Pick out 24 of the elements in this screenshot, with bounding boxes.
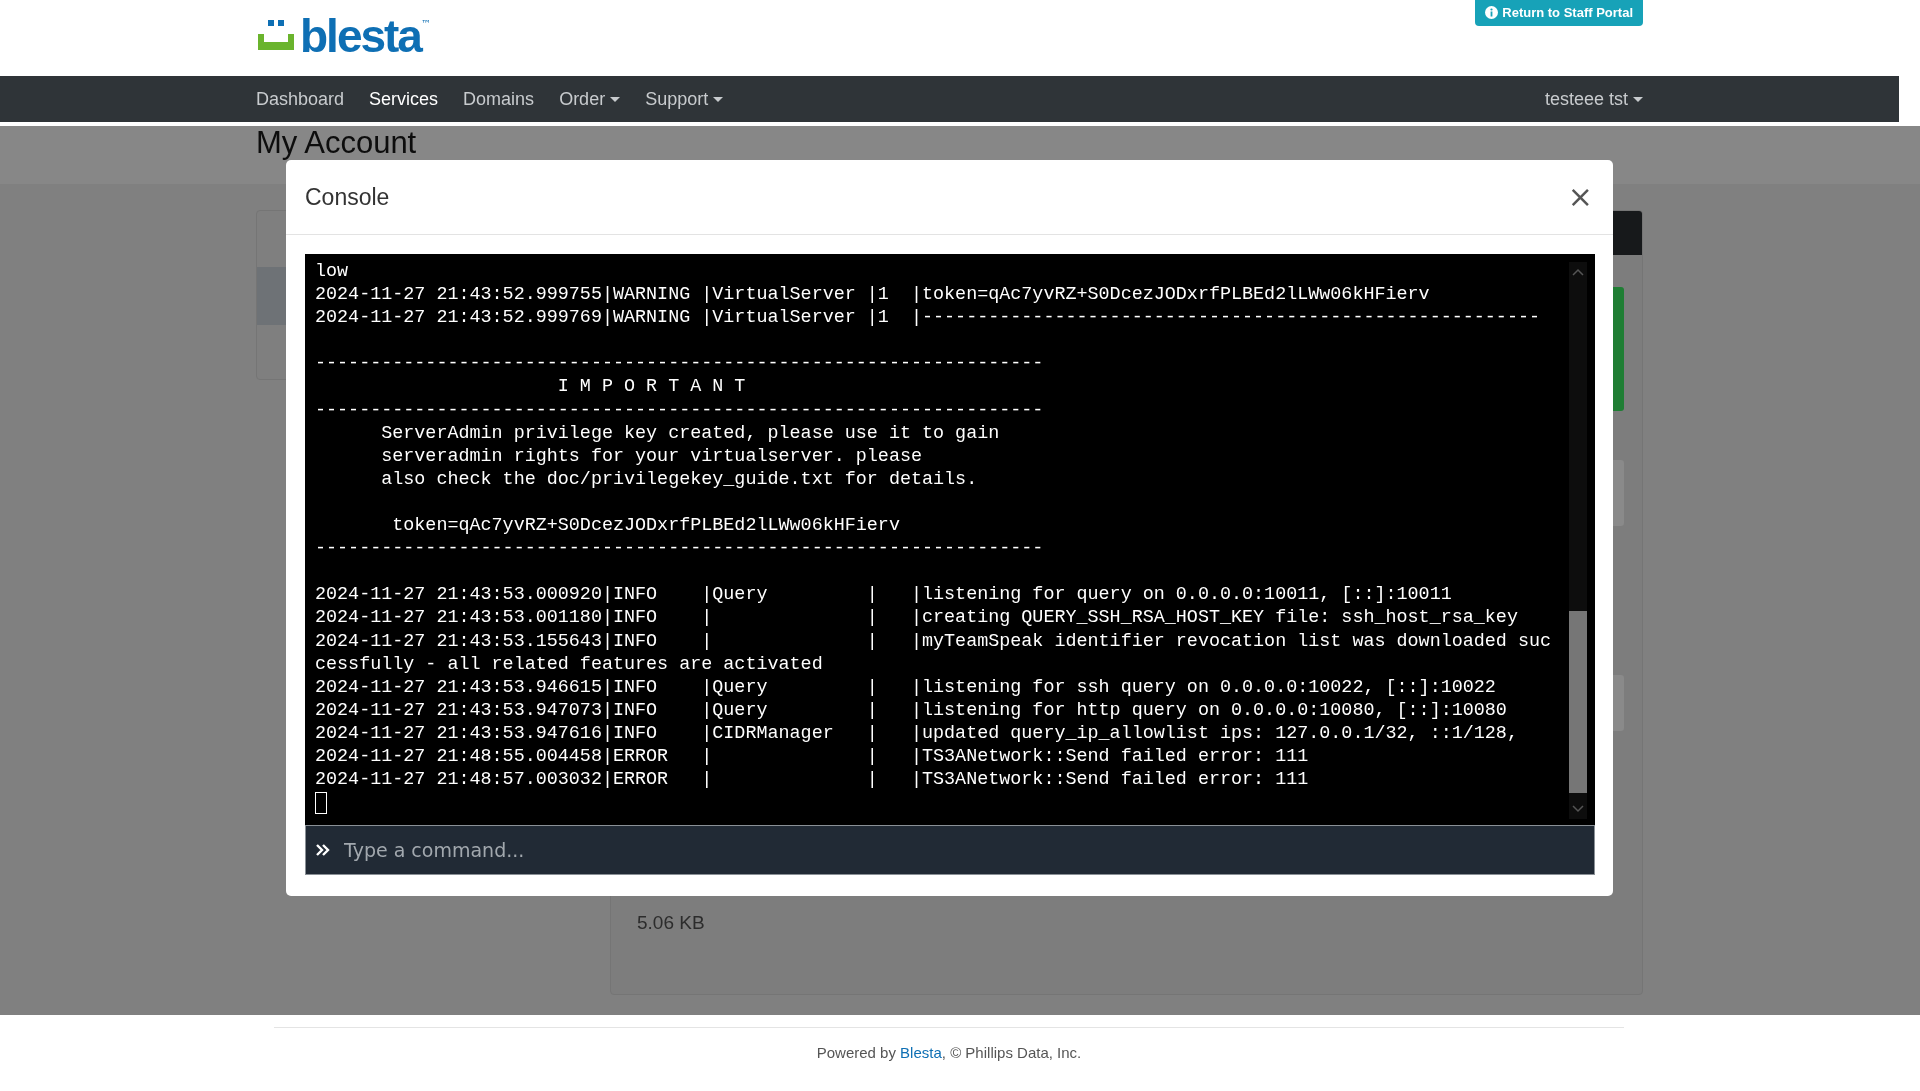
scrollbar[interactable] [1569, 262, 1587, 819]
scroll-down-icon [1572, 805, 1584, 813]
nav-link[interactable]: Domains [463, 88, 535, 110]
double-chevron-icon [316, 844, 330, 856]
scrollbar-thumb[interactable] [1569, 611, 1587, 793]
logo-text: blesta [300, 14, 421, 58]
info-icon [1485, 6, 1499, 19]
trademark-mark: ™ [420, 18, 431, 29]
command-input[interactable]: Type a command... [342, 838, 1584, 862]
file-size-text: 5.06 KB [637, 912, 705, 934]
scroll-up-icon [1572, 268, 1584, 276]
text-cursor [315, 792, 327, 815]
user-menu[interactable]: testeee tst [1544, 88, 1643, 110]
console-log: low 2024-11-27 21:43:52.999755|WARNING |VirtualServer |1 |token=qAc7yvRZ+S0DcezJODxrfPLBEd2lLWw06kHFierv 2024-11-27 21:43:52.999769|WARNING |VirtualServer |1 |-------------------------------------------------------- ------------------------------------------------------------------ I M P O R T A N T ------------------------------------------------------------------ ServerAdmin privilege key created, please use it to gain serveradmin rights for your virtualserver. please also check the doc/privilegekey_guide.txt for details. token=qAc7yvRZ+S0DcezJODxrfPLBEd2lLWw06kHFierv ------------------------------------------------------------------ 2024-11-27 21:43:53.000920|INFO |Query | |listening for query on 0.0.0.0:10011, [::]:10011 2024-11-27 21:43:53.001180|INFO | | |creating QUERY_SSH_RSA_HOST_KEY file: ssh_host_rsa_key 2024-11-27 21:43:53.155643|INFO | | |myTeamSpeak identifier revocation list was downloaded suc cessfully - all related features are activated 2024-11-27 21:43:53.946615|INFO |Query | |listening for ssh query on 0.0.0.0:10022, [::]:10022 2024-11-27 21:43:53.947073|INFO |Query | |listening for http query on 0.0.0.0:10080, [::]:10080 2024-11-27 21:43:53.947616|INFO |CIDRManager | |updated query_ip_allowlist ips: 127.0.0.1/32, ::1/128, 2024-11-27 21:48:55.004458|ERROR | | |TS3ANetwork::Send failed error: 111 2024-11-27 21:48:57.003032|ERROR | | |TS3ANetwork::Send failed error: 111 [315, 260, 1553, 792]
nav-link[interactable]: Dashboard [256, 88, 345, 110]
blesta-link[interactable]: Blesta [900, 1044, 942, 1061]
nav-link[interactable]: Services [369, 88, 439, 110]
close-button[interactable]: × [1565, 182, 1595, 212]
nav-link[interactable]: Order [559, 88, 621, 110]
dialog-title: Console [305, 183, 390, 211]
footer-text: Powered by Blesta, © Phillips Data, Inc. [815, 1044, 1083, 1061]
page-title: My Account [256, 126, 418, 160]
command-field[interactable]: Type a command... [305, 825, 1595, 875]
nav-link[interactable]: Support [645, 88, 724, 110]
